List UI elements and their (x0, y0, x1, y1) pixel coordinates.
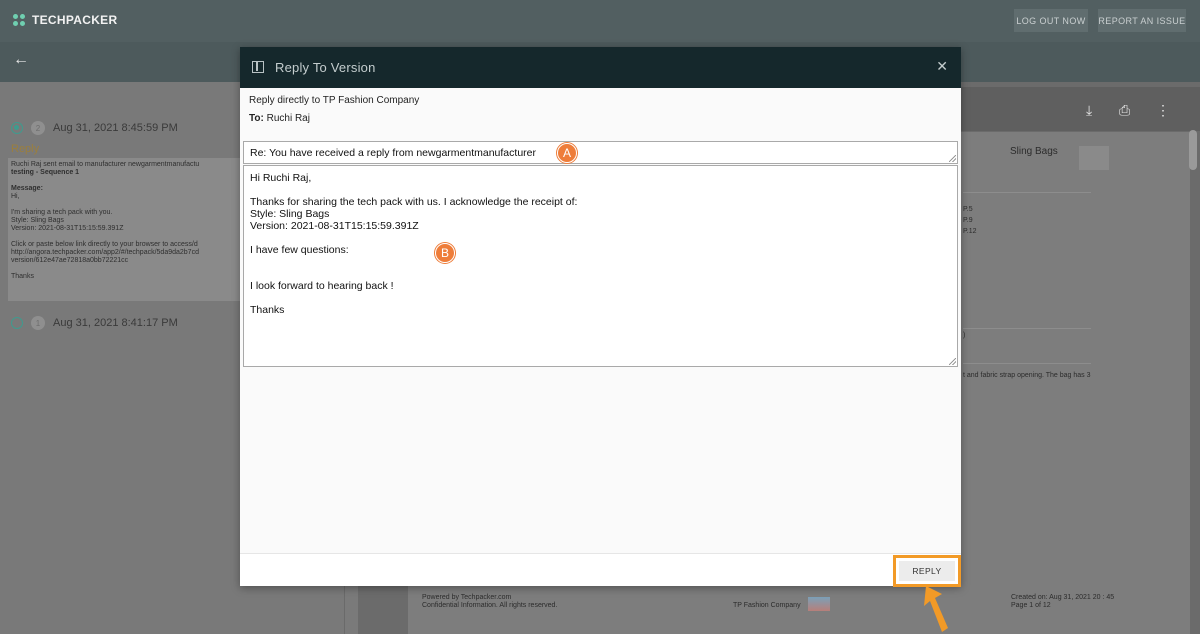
body-line: Hi Ruchi Raj, (250, 172, 312, 184)
message-line: Thanks (11, 273, 34, 280)
body-line: Thanks (250, 304, 285, 316)
body-line: I have few questions: (250, 244, 349, 256)
dialog-header: Reply To Version ✕ (240, 47, 961, 88)
top-bar: TECHPACKER LOG OUT NOW REPORT AN ISSUE (0, 0, 1200, 42)
version-item[interactable]: 1 Aug 31, 2021 8:41:17 PM (11, 316, 178, 330)
version-radio[interactable] (11, 317, 23, 329)
report-issue-button[interactable]: REPORT AN ISSUE (1098, 9, 1186, 32)
back-arrow-icon[interactable]: ← (13, 51, 29, 69)
dialog-footer (240, 553, 961, 586)
message-line[interactable]: http://angora.techpacker.com/app2/#/tech… (11, 249, 237, 257)
divider (963, 192, 1091, 193)
product-thumbnail (1079, 146, 1109, 170)
message-preview: Ruchi Raj sent email to manufacturer new… (8, 158, 240, 301)
body-line: Style: Sling Bags (250, 208, 330, 220)
reply-button-highlight: REPLY (893, 555, 961, 587)
print-icon[interactable]: ⎙ (1119, 102, 1130, 119)
reply-button[interactable]: REPLY (899, 561, 955, 581)
version-date: Aug 31, 2021 8:45:59 PM (53, 122, 178, 134)
message-line (11, 265, 237, 273)
message-line: Hi, (11, 193, 20, 200)
body-line: Thanks for sharing the tech pack with us… (250, 196, 578, 208)
message-line[interactable]: version/612e47ae72818a0bb72221cc (11, 257, 237, 265)
message-line (11, 233, 237, 241)
message-line: Version: 2021-08-31T15:15:59.391Z (11, 225, 124, 232)
body-line: I look forward to hearing back ! (250, 280, 394, 292)
version-radio[interactable] (11, 122, 23, 134)
version-item[interactable]: 2 Aug 31, 2021 8:45:59 PM (11, 121, 178, 135)
to-label: To: (249, 113, 264, 124)
footer-powered: Powered by Techpacker.com (422, 594, 512, 601)
dialog-title: Reply To Version (275, 60, 376, 75)
logo-icon (13, 13, 26, 27)
subject-text: Re: You have received a reply from newga… (250, 147, 536, 159)
footer-company: TP Fashion Company (733, 602, 801, 609)
ref-label: P.5 (963, 206, 973, 213)
reply-directly-text: Reply directly to TP Fashion Company (249, 95, 420, 106)
reply-dialog: Reply To Version ✕ Reply directly to TP … (240, 47, 961, 587)
log-out-button[interactable]: LOG OUT NOW (1014, 9, 1088, 32)
ref-label: P.9 (963, 217, 973, 224)
body-line: Version: 2021-08-31T15:15:59.391Z (250, 220, 419, 232)
message-line (11, 201, 237, 209)
version-number: 1 (31, 316, 45, 330)
resize-handle-icon[interactable] (949, 358, 956, 365)
footer-confidential: Confidential Information. All rights res… (422, 602, 558, 609)
message-textarea[interactable]: Hi Ruchi Raj, Thanks for sharing the tec… (243, 165, 958, 367)
doc-title: Sling Bags (1010, 146, 1058, 157)
message-line: Ruchi Raj sent email to manufacturer new… (11, 161, 200, 168)
message-line: testing - Sequence 1 (11, 169, 80, 176)
more-options-icon[interactable]: ⋮ (1156, 102, 1170, 119)
subject-input[interactable]: Re: You have received a reply from newga… (243, 141, 958, 164)
recipient-name: Ruchi Raj (266, 113, 310, 124)
pointer-arrow-icon (924, 586, 948, 632)
recipient-line: To: Ruchi Raj (249, 113, 310, 124)
doc-text: t and fabric strap opening. The bag has … (963, 372, 1091, 379)
message-line: Message: (11, 185, 43, 192)
close-icon[interactable]: ✕ (936, 58, 948, 75)
message-line: I'm sharing a tech pack with you. (11, 209, 113, 216)
scrollbar[interactable] (1189, 130, 1197, 170)
version-number: 2 (31, 121, 45, 135)
panel-icon (252, 61, 264, 73)
footer-created: Created on: Aug 31, 2021 20 : 45 (1011, 594, 1115, 601)
doc-text: ) (963, 332, 966, 339)
logo-text: TECHPACKER (32, 13, 118, 27)
ref-label: P.12 (963, 228, 977, 235)
version-date: Aug 31, 2021 8:41:17 PM (53, 317, 178, 329)
download-icon[interactable]: ⤓ (1086, 102, 1092, 119)
resize-handle-icon[interactable] (949, 155, 956, 162)
message-line (11, 177, 237, 185)
message-line: Style: Sling Bags (11, 217, 64, 224)
company-logo (808, 597, 830, 611)
logo[interactable]: TECHPACKER (13, 13, 117, 27)
annotation-marker-b: B (435, 243, 455, 263)
footer-page: Page 1 of 12 (1011, 602, 1051, 609)
annotation-marker-a: A (557, 143, 577, 163)
reply-link[interactable]: Reply (11, 143, 39, 155)
divider (963, 328, 1091, 329)
message-line: Click or paste below link directly to yo… (11, 241, 198, 248)
divider (963, 363, 1091, 364)
